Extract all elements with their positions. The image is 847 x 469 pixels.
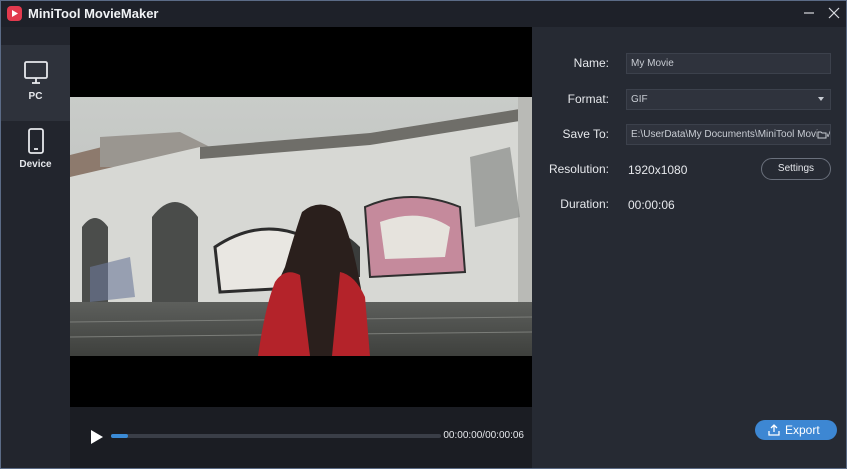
format-select[interactable]: GIF	[626, 89, 831, 110]
app-window: MiniTool MovieMaker PC Device 00:00:00/0…	[0, 0, 847, 469]
resolution-value: 1920x1080	[628, 163, 688, 177]
app-logo-icon	[7, 6, 22, 21]
duration-label: Duration:	[560, 197, 609, 211]
save-to-path: E:\UserData\My Documents\MiniTool MovieM…	[631, 129, 831, 140]
sidebar-item-label: Device	[19, 159, 52, 170]
duration-value: 00:00:06	[628, 198, 675, 212]
folder-icon[interactable]	[817, 130, 827, 140]
export-icon	[768, 424, 780, 436]
export-button[interactable]: Export	[755, 420, 837, 440]
video-frame-image	[70, 97, 532, 356]
close-button[interactable]	[825, 4, 843, 22]
close-icon	[828, 7, 840, 19]
progress-fill	[111, 434, 128, 438]
time-readout: 00:00:00/00:00:06	[443, 430, 524, 441]
settings-button[interactable]: Settings	[761, 158, 831, 180]
play-icon	[91, 430, 103, 444]
title-bar: MiniTool MovieMaker	[1, 1, 846, 27]
progress-slider[interactable]	[111, 434, 441, 438]
chevron-down-icon	[818, 97, 824, 101]
target-sidebar: PC Device	[1, 27, 70, 468]
phone-icon	[28, 128, 44, 154]
minimize-icon	[804, 12, 814, 14]
sidebar-item-pc[interactable]: PC	[1, 45, 70, 121]
sidebar-item-label: PC	[28, 91, 43, 102]
video-player: 00:00:00/00:00:06	[70, 27, 532, 468]
name-label: Name:	[573, 56, 609, 70]
export-settings-panel: Name: My Movie Format: GIF Save To: E:\U…	[532, 27, 846, 468]
minimize-button[interactable]	[800, 4, 818, 22]
save-to-input[interactable]: E:\UserData\My Documents\MiniTool MovieM…	[626, 124, 831, 145]
format-value: GIF	[631, 94, 648, 105]
app-title: MiniTool MovieMaker	[28, 6, 159, 21]
play-button[interactable]	[88, 427, 106, 447]
video-preview[interactable]	[70, 97, 532, 356]
name-input[interactable]: My Movie	[626, 53, 831, 74]
playback-controls: 00:00:00/00:00:06	[70, 407, 532, 468]
resolution-label: Resolution:	[548, 162, 609, 176]
monitor-icon	[24, 61, 48, 84]
sidebar-item-device[interactable]: Device	[1, 121, 70, 197]
save-to-label: Save To:	[562, 127, 609, 141]
export-label: Export	[785, 423, 820, 437]
format-label: Format:	[567, 92, 609, 106]
